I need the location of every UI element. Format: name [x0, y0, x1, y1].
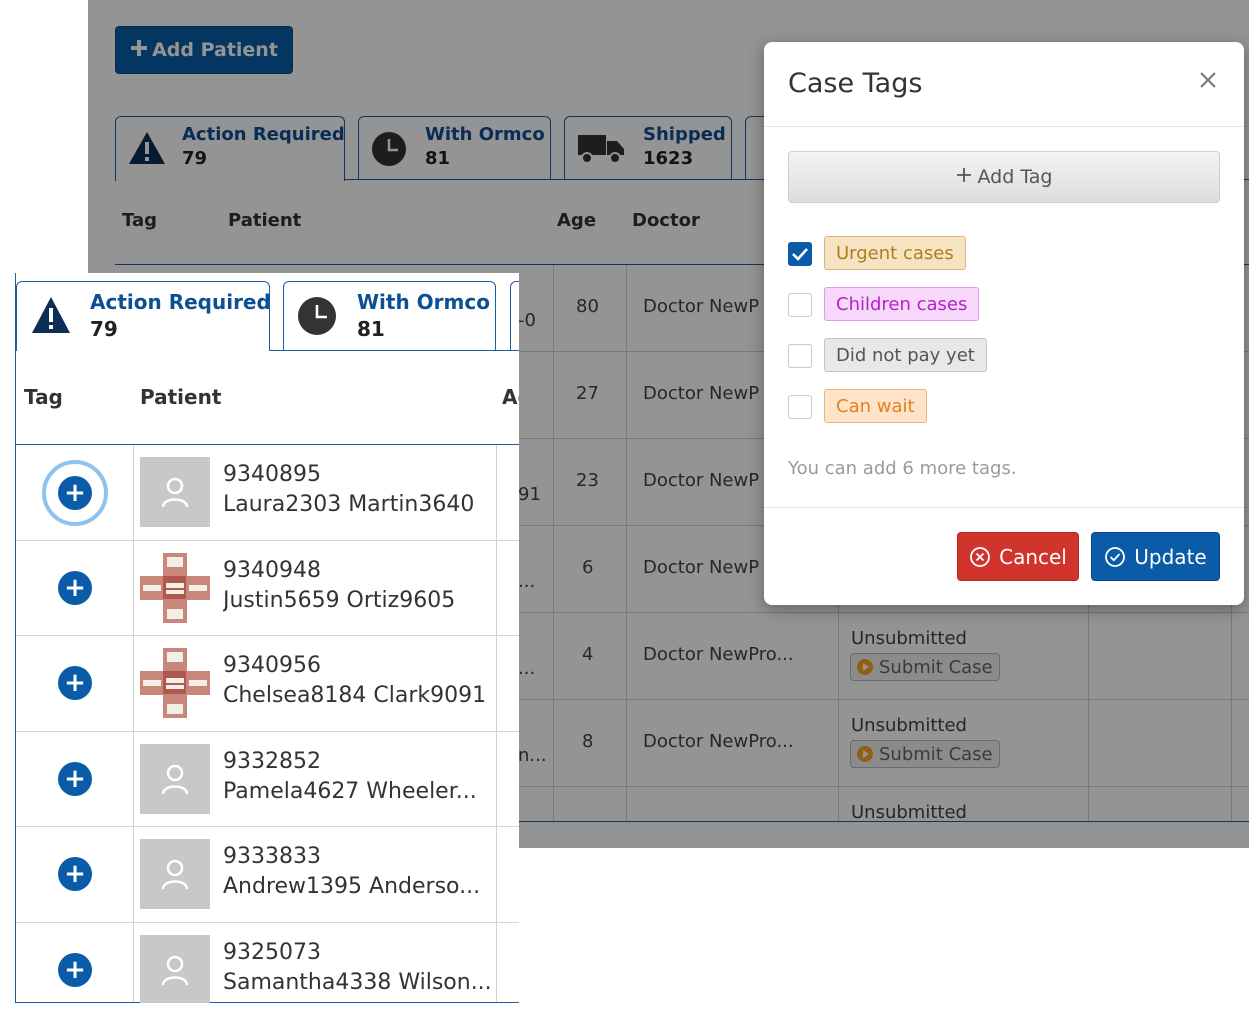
patient-name[interactable]: Andrew1395 Anderso... — [223, 874, 493, 899]
user-icon — [161, 477, 189, 508]
patient-id: 9340895 — [223, 462, 321, 487]
plus-icon: + — [64, 478, 86, 508]
col-tag: Tag — [24, 385, 63, 409]
warning-icon — [31, 296, 71, 338]
tab-label: Action Required — [90, 290, 271, 314]
check-circle-icon — [1105, 546, 1126, 567]
tag-limit-hint: You can add 6 more tags. — [788, 458, 1017, 479]
add-tag-button[interactable]: + — [58, 857, 92, 891]
table-row[interactable]: + 9340948 Justin5659 Ortiz9605 — [16, 540, 519, 636]
tab-action-required[interactable]: Action Required 79 — [16, 281, 271, 351]
teeth-photo — [140, 648, 210, 718]
header-divider — [764, 126, 1244, 127]
plus-icon: + — [64, 764, 86, 794]
patient-id: 9325073 — [223, 940, 321, 965]
tab-more[interactable] — [510, 281, 519, 350]
patient-name[interactable]: Pamela4627 Wheeler... — [223, 779, 493, 804]
table-row[interactable]: + 9333833 Andrew1395 Anderso... — [16, 826, 519, 922]
table-row[interactable]: + 9340956 Chelsea8184 Clark9091 — [16, 635, 519, 731]
cancel-button[interactable]: Cancel — [957, 532, 1079, 581]
add-tag-button[interactable]: + — [58, 666, 92, 700]
plus-icon: + — [64, 573, 86, 603]
plus-icon: + — [64, 668, 86, 698]
tag-children[interactable]: Children cases — [824, 287, 980, 321]
table-row[interactable]: + 9325073 Samantha4338 Wilson... — [16, 922, 519, 1003]
avatar — [140, 839, 210, 909]
table-row[interactable]: + 9332852 Pamela4627 Wheeler... — [16, 731, 519, 827]
case-tags-modal: Case Tags Add Tag Urgent cases Children … — [764, 42, 1244, 605]
add-tag-button[interactable]: + — [58, 476, 92, 510]
avatar — [140, 457, 210, 527]
user-icon — [161, 955, 189, 986]
tag-can-wait[interactable]: Can wait — [824, 389, 927, 423]
tag-checkbox-did-not-pay[interactable] — [788, 344, 812, 368]
plus-icon: + — [64, 955, 86, 985]
zoomed-patient-list: Action Required 79 With Ormco 81 Tag Pat… — [15, 273, 519, 1003]
tag-checkbox-children[interactable] — [788, 293, 812, 317]
table-row[interactable]: + 9340895 Laura2303 Martin3640 — [16, 445, 519, 541]
patient-name[interactable]: Laura2303 Martin3640 — [223, 492, 493, 517]
clock-icon — [297, 296, 337, 340]
add-tag-button[interactable]: + — [58, 762, 92, 796]
add-tag-button[interactable]: + — [58, 571, 92, 605]
patient-id: 9340956 — [223, 653, 321, 678]
patient-name[interactable]: Justin5659 Ortiz9605 — [223, 588, 493, 613]
avatar — [140, 935, 210, 1003]
tab-count: 79 — [90, 317, 118, 341]
plus-icon — [956, 166, 972, 188]
user-icon — [161, 764, 189, 795]
col-age: Ag — [502, 385, 519, 409]
patient-name[interactable]: Chelsea8184 Clark9091 — [223, 683, 493, 708]
tab-with-ormco[interactable]: With Ormco 81 — [283, 281, 496, 350]
modal-title: Case Tags — [788, 68, 923, 99]
add-tag-button[interactable]: Add Tag — [788, 151, 1220, 203]
add-tag-button[interactable]: + — [58, 953, 92, 987]
tag-checkbox-urgent[interactable] — [788, 242, 812, 266]
cancel-icon — [970, 546, 991, 567]
tag-did-not-pay[interactable]: Did not pay yet — [824, 338, 987, 372]
tab-count: 81 — [357, 317, 385, 341]
patient-id: 9340948 — [223, 558, 321, 583]
teeth-photo — [140, 553, 210, 623]
avatar — [140, 744, 210, 814]
update-label: Update — [1134, 544, 1207, 569]
user-icon — [161, 859, 189, 890]
patient-id: 9333833 — [223, 844, 321, 869]
tag-urgent[interactable]: Urgent cases — [824, 236, 966, 270]
update-button[interactable]: Update — [1091, 532, 1220, 581]
col-patient: Patient — [140, 385, 222, 409]
footer-divider — [764, 507, 1244, 508]
check-icon — [792, 248, 808, 261]
patient-id: 9332852 — [223, 749, 321, 774]
close-icon — [1200, 72, 1216, 88]
plus-icon: + — [64, 859, 86, 889]
close-button[interactable] — [1194, 66, 1222, 94]
tab-label: With Ormco — [357, 290, 490, 314]
patient-name[interactable]: Samantha4338 Wilson... — [223, 970, 493, 995]
tag-checkbox-can-wait[interactable] — [788, 395, 812, 419]
cancel-label: Cancel — [999, 544, 1067, 569]
add-tag-label: Add Tag — [977, 166, 1053, 188]
